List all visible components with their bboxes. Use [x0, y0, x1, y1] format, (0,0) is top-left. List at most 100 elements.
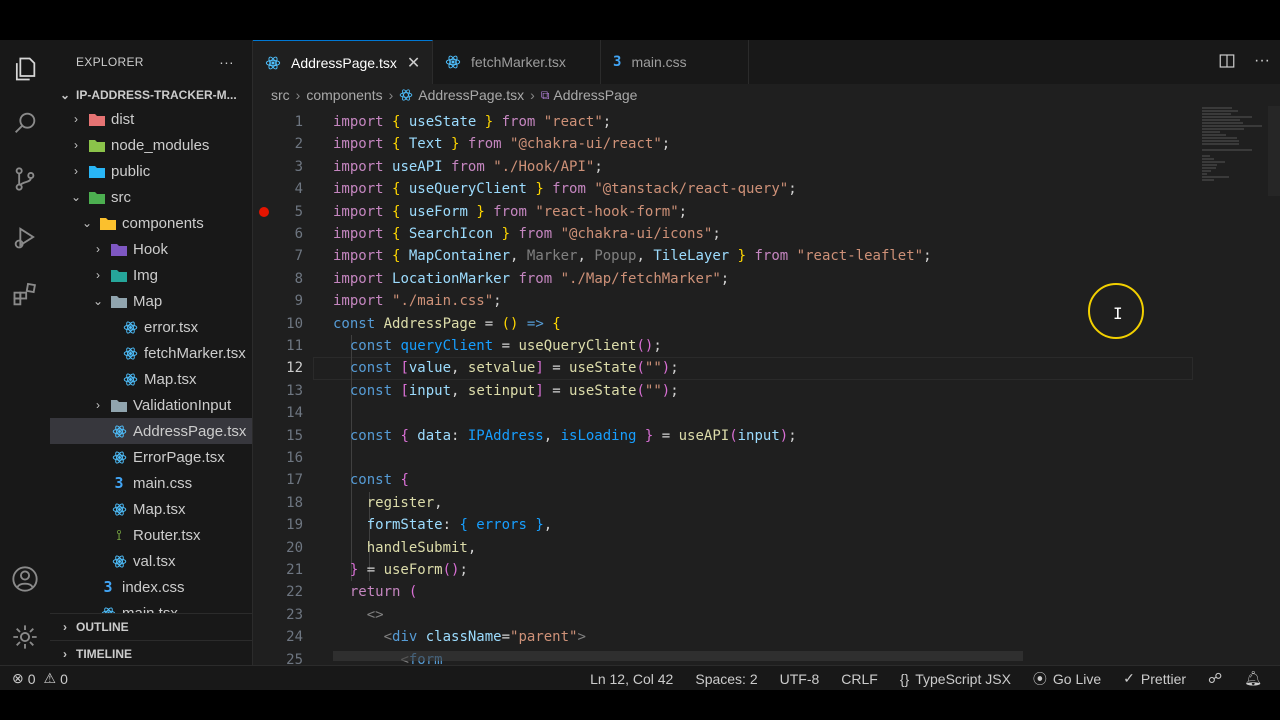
tree-item[interactable]: ⌄ components — [50, 210, 252, 236]
split-editor-icon[interactable] — [1218, 52, 1236, 75]
react-icon — [111, 423, 127, 439]
code-line[interactable]: 1 import { useState } from "react"; — [253, 111, 1193, 133]
encoding[interactable]: UTF-8 — [780, 671, 820, 687]
tab-main-css[interactable]: З main.css — [601, 40, 749, 84]
code-line[interactable]: 10 const AddressPage = () => { — [253, 313, 1193, 335]
line-ending[interactable]: CRLF — [841, 671, 878, 687]
tab-fetchmarker[interactable]: fetchMarker.tsx — [433, 40, 601, 84]
code-line[interactable]: 4 import { useQueryClient } from "@tansta… — [253, 178, 1193, 200]
cursor-position[interactable]: Ln 12, Col 42 — [590, 671, 673, 687]
explorer-icon[interactable] — [8, 52, 42, 86]
settings-gear-icon[interactable] — [8, 620, 42, 654]
language-mode[interactable]: {} TypeScript JSX — [900, 671, 1011, 687]
explorer-more-button[interactable]: ··· — [219, 54, 234, 70]
tree-item-label: Img — [133, 266, 159, 284]
code-line[interactable]: 12 const [value, setvalue] = useState(""… — [253, 357, 1193, 379]
run-debug-icon[interactable] — [8, 220, 42, 254]
code-token: errors — [476, 517, 536, 534]
tree-item[interactable]: ⟟ Router.tsx — [50, 522, 252, 548]
tab-addresspage[interactable]: AddressPage.tsx ✕ — [253, 40, 433, 84]
account-icon[interactable] — [8, 562, 42, 596]
tree-item[interactable]: › ValidationInput — [50, 392, 252, 418]
code-line[interactable]: 13 const [input, setinput] = useState(""… — [253, 380, 1193, 402]
code-line[interactable]: 9 import "./main.css"; — [253, 290, 1193, 312]
code-line[interactable]: 2 import { Text } from "@chakra-ui/react"… — [253, 133, 1193, 155]
code-line[interactable]: 20 handleSubmit, — [253, 537, 1193, 559]
code-line[interactable]: 7 import { MapContainer, Marker, Popup, T… — [253, 245, 1193, 267]
breadcrumb-symbol[interactable]: AddressPage — [553, 87, 637, 103]
react-icon — [111, 553, 127, 569]
more-actions-icon[interactable]: ··· — [1254, 52, 1270, 75]
code-token: { — [392, 226, 409, 242]
line-number: 7 — [294, 248, 303, 265]
code-line[interactable]: 21 } = useForm(); — [253, 559, 1193, 581]
tree-item[interactable]: val.tsx — [50, 548, 252, 574]
vertical-scrollbar[interactable] — [1268, 106, 1280, 196]
folder-icon — [89, 163, 105, 179]
line-number: 8 — [294, 270, 303, 287]
code-line[interactable]: 6 import { SearchIcon } from "@chakra-ui/… — [253, 223, 1193, 245]
tree-item[interactable]: › Hook — [50, 236, 252, 262]
tree-item[interactable]: Map.tsx — [50, 366, 252, 392]
activity-bar — [0, 40, 50, 665]
code-line[interactable]: 8 import LocationMarker from "./Map/fetch… — [253, 268, 1193, 290]
search-icon[interactable] — [8, 106, 42, 140]
code-token: register — [366, 494, 435, 511]
code-line[interactable]: 22 return ( — [253, 581, 1193, 603]
project-root[interactable]: ⌄ IP-ADDRESS-TRACKER-M... — [50, 84, 252, 106]
tree-item[interactable]: fetchMarker.tsx — [50, 340, 252, 366]
tree-item[interactable]: › node_modules — [50, 132, 252, 158]
problems-indicator[interactable]: ⊗ 0 ⚠ 0 — [0, 670, 68, 687]
code-line[interactable]: 14 — [253, 402, 1193, 424]
breadcrumb-src[interactable]: src — [271, 87, 290, 103]
code-token: handleSubmit — [366, 539, 468, 556]
notifications-bell-icon[interactable]: 🔔︎ — [1244, 670, 1262, 687]
timeline-section[interactable]: › TIMELINE — [50, 640, 252, 665]
indentation[interactable]: Spaces: 2 — [695, 671, 757, 687]
go-live-button[interactable]: ⦿ Go Live — [1033, 669, 1101, 689]
code-editor[interactable]: 1 import { useState } from "react"; 2 impor… — [253, 106, 1280, 666]
chevron-down-icon: ⌄ — [92, 294, 104, 308]
code-line[interactable]: 19 formState: { errors }, — [253, 514, 1193, 536]
tree-item[interactable]: ⌄ src — [50, 184, 252, 210]
code-token: import — [333, 226, 393, 242]
close-icon[interactable]: ✕ — [407, 53, 420, 73]
code-line[interactable]: 23 <> — [253, 604, 1193, 626]
tree-item[interactable]: › public — [50, 158, 252, 184]
code-token: data — [417, 427, 452, 444]
code-token: useState — [408, 114, 485, 130]
code-line[interactable]: 24 <div className="parent"> — [253, 626, 1193, 648]
code-line[interactable]: 3 import useAPI from "./Hook/API"; — [253, 156, 1193, 178]
tree-item[interactable]: › Img — [50, 262, 252, 288]
breadcrumb-components[interactable]: components — [306, 87, 382, 103]
code-line[interactable]: 16 — [253, 447, 1193, 469]
code-line[interactable]: 18 register, — [253, 492, 1193, 514]
horizontal-scrollbar[interactable] — [333, 651, 1023, 661]
tree-item[interactable]: ErrorPage.tsx — [50, 444, 252, 470]
extensions-icon[interactable] — [8, 278, 42, 312]
tree-item[interactable]: Зmain.css — [50, 470, 252, 496]
tree-item[interactable]: › dist — [50, 106, 252, 132]
breadcrumb-file[interactable]: AddressPage.tsx — [418, 87, 524, 103]
tree-item[interactable]: Map.tsx — [50, 496, 252, 522]
code-token: = — [661, 427, 679, 444]
code-token: { — [459, 517, 477, 534]
code-token: Popup — [594, 248, 637, 265]
tree-item[interactable]: Зindex.css — [50, 574, 252, 600]
minimap[interactable] — [1202, 106, 1262, 266]
code-line[interactable]: 5 import { useForm } from "react-hook-for… — [253, 201, 1193, 223]
tree-item[interactable]: AddressPage.tsx — [50, 418, 252, 444]
tree-item[interactable]: ⌄ Map — [50, 288, 252, 314]
code-line[interactable]: 15 const { data: IPAddress, isLoading } … — [253, 425, 1193, 447]
feedback-icon[interactable]: ☍ — [1208, 670, 1222, 687]
code-line[interactable]: 17 const { — [253, 469, 1193, 491]
code-token: { — [392, 248, 409, 265]
prettier-button[interactable]: ✓ Prettier — [1123, 670, 1186, 687]
code-line[interactable]: 11 const queryClient = useQueryClient(); — [253, 335, 1193, 357]
source-control-icon[interactable] — [8, 162, 42, 196]
tree-item[interactable]: main.tsx — [50, 600, 252, 613]
outline-section[interactable]: › OUTLINE — [50, 613, 252, 640]
code-token: isLoading — [560, 427, 645, 444]
tree-item[interactable]: error.tsx — [50, 314, 252, 340]
